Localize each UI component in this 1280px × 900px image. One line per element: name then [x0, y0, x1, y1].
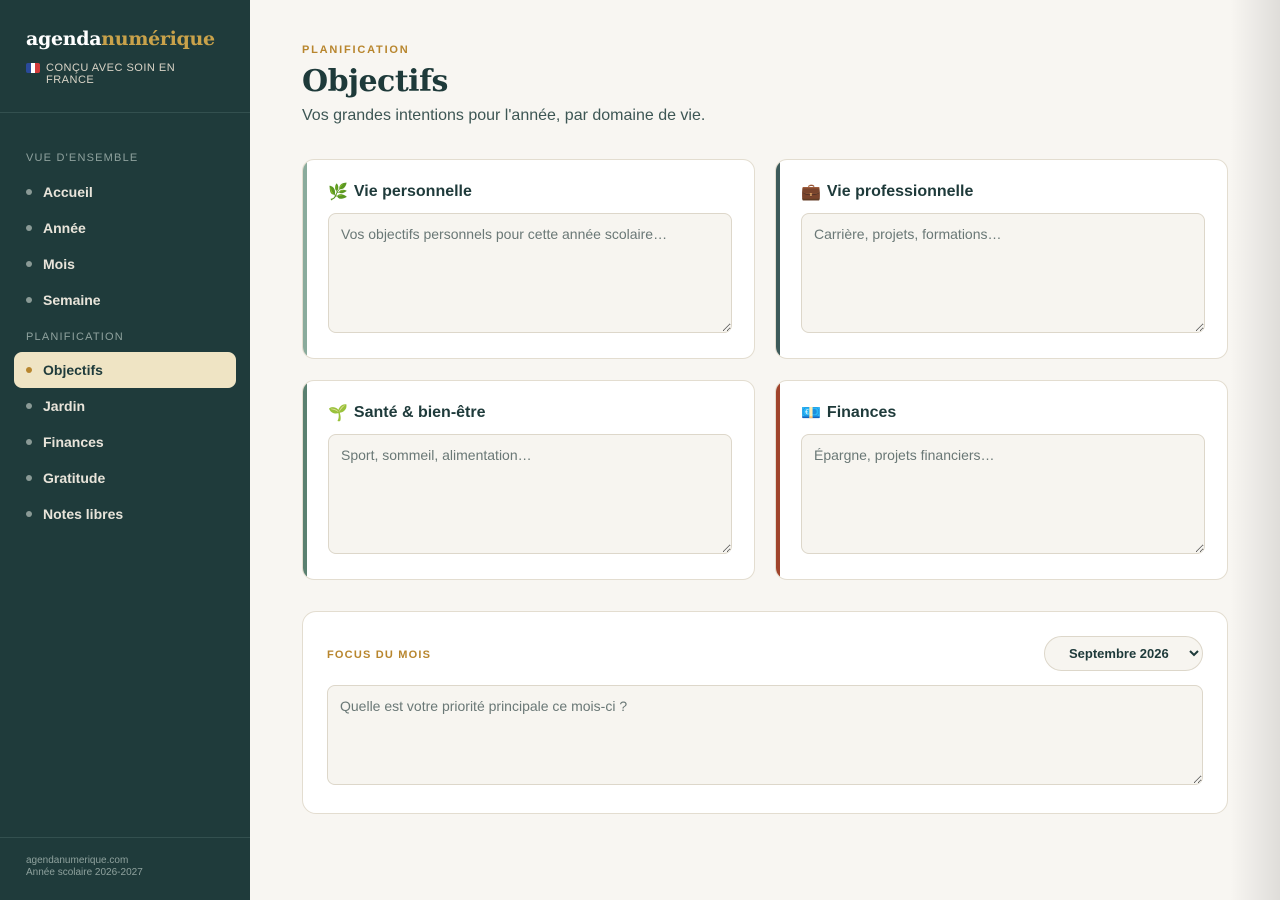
brand-tagline: CONÇU AVEC SOIN EN FRANCE	[26, 62, 224, 86]
sidebar-item-mois[interactable]: Mois	[14, 246, 236, 282]
page-title: Objectifs	[302, 64, 448, 99]
nav-section-overview: VUE D'ENSEMBLE Accueil Année Mois Semain…	[0, 152, 250, 318]
professional-goals-textarea[interactable]	[801, 213, 1205, 333]
brand-logo[interactable]: agendanumérique	[26, 28, 224, 50]
sidebar-item-gratitude[interactable]: Gratitude	[14, 460, 236, 496]
personal-goals-textarea[interactable]	[328, 213, 732, 333]
sidebar-item-annee[interactable]: Année	[14, 210, 236, 246]
school-year: Année scolaire 2026-2027	[26, 867, 143, 878]
bullet-icon	[26, 403, 32, 409]
sidebar-footer: agendanumerique.com Année scolaire 2026-…	[0, 837, 250, 900]
seedling-icon: 🌱	[328, 405, 348, 422]
card-accent-bar	[776, 160, 780, 358]
sidebar-item-objectifs[interactable]: Objectifs	[14, 352, 236, 388]
bullet-icon	[26, 475, 32, 481]
nav-section-title: PLANIFICATION	[26, 331, 124, 343]
page-eyebrow: PLANIFICATION	[302, 44, 410, 56]
goal-card-finances: 💶 Finances	[775, 380, 1228, 580]
bullet-icon	[26, 297, 32, 303]
health-goals-textarea[interactable]	[328, 434, 732, 554]
sidebar-item-finances[interactable]: Finances	[14, 424, 236, 460]
sidebar: agendanumérique CONÇU AVEC SOIN EN FRANC…	[0, 0, 250, 900]
card-accent-bar	[303, 160, 307, 358]
brand: agendanumérique CONÇU AVEC SOIN EN FRANC…	[0, 0, 250, 113]
sidebar-item-accueil[interactable]: Accueil	[14, 174, 236, 210]
focus-label: FOCUS DU MOIS	[327, 649, 432, 661]
month-select[interactable]: Septembre 2026	[1044, 636, 1203, 671]
card-accent-bar	[303, 381, 307, 579]
bullet-icon	[26, 189, 32, 195]
card-title: 💼 Vie professionnelle	[801, 183, 974, 201]
briefcase-icon: 💼	[801, 184, 821, 201]
nav-section-title: VUE D'ENSEMBLE	[26, 152, 139, 164]
card-title: 🌿 Vie personnelle	[328, 183, 472, 201]
page-subtitle: Vos grandes intentions pour l'année, par…	[302, 107, 706, 124]
french-flag-icon	[26, 63, 40, 73]
card-accent-bar	[776, 381, 780, 579]
sidebar-item-semaine[interactable]: Semaine	[14, 282, 236, 318]
leaf-icon: 🌿	[328, 184, 348, 201]
finance-goals-textarea[interactable]	[801, 434, 1205, 554]
monthly-focus-textarea[interactable]	[327, 685, 1203, 785]
goal-card-personal: 🌿 Vie personnelle	[302, 159, 755, 359]
bullet-icon	[26, 367, 32, 373]
edge-shadow	[1230, 0, 1280, 900]
sidebar-item-notes-libres[interactable]: Notes libres	[14, 496, 236, 532]
bullet-icon	[26, 511, 32, 517]
bullet-icon	[26, 225, 32, 231]
goal-card-professional: 💼 Vie professionnelle	[775, 159, 1228, 359]
goal-card-health: 🌱 Santé & bien-être	[302, 380, 755, 580]
nav-section-planning: PLANIFICATION Objectifs Jardin Finances …	[0, 331, 250, 532]
bullet-icon	[26, 261, 32, 267]
site-url[interactable]: agendanumerique.com	[26, 855, 224, 867]
sidebar-item-jardin[interactable]: Jardin	[14, 388, 236, 424]
main-content: PLANIFICATION Objectifs Vos grandes inte…	[250, 0, 1280, 900]
card-title: 🌱 Santé & bien-être	[328, 404, 486, 422]
bullet-icon	[26, 439, 32, 445]
card-title: 💶 Finances	[801, 404, 897, 422]
euro-banknote-icon: 💶	[801, 405, 821, 422]
monthly-focus-panel: FOCUS DU MOIS Septembre 2026	[302, 611, 1228, 814]
